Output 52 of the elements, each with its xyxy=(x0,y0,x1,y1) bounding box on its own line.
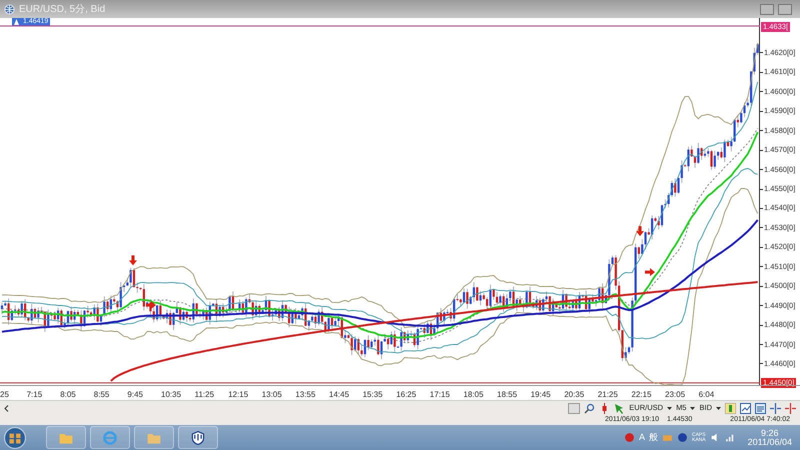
shield-icon xyxy=(190,430,206,446)
network-icon[interactable] xyxy=(724,432,736,443)
time-axis-label: 15:35 xyxy=(362,389,383,401)
time-axis-label: 20:35 xyxy=(564,389,584,401)
candle-chart-icon[interactable] xyxy=(725,402,736,414)
caret-icon xyxy=(690,406,696,410)
down-arrow-icon xyxy=(129,255,137,266)
start-button[interactable] xyxy=(4,426,26,448)
split-line-icon[interactable] xyxy=(785,402,796,414)
time-axis-label: 9:45 xyxy=(127,389,143,401)
down-arrow-icon xyxy=(636,226,644,236)
scroll-left-button[interactable] xyxy=(4,404,9,412)
time-axis-label: 16:25 xyxy=(396,389,416,401)
clock-date[interactable]: 2011/06/04 xyxy=(748,438,792,446)
maximize-button[interactable] xyxy=(778,4,792,14)
time-axis-label: 12:15 xyxy=(228,389,248,401)
time-axis-label: 19:45 xyxy=(530,389,551,401)
ime-indicator[interactable]: A xyxy=(638,430,645,444)
time-axis-label: 10:35 xyxy=(161,389,182,401)
clock-time[interactable]: 9:26 xyxy=(761,428,779,438)
right-arrow-icon xyxy=(645,268,655,276)
split-line-icon[interactable] xyxy=(770,402,781,414)
cursor-icon[interactable] xyxy=(614,402,626,414)
scrollbar-thumb[interactable] xyxy=(568,402,580,414)
time-axis-label: 25 xyxy=(0,389,9,401)
time-axis-label: 18:55 xyxy=(497,389,518,401)
triangle-icon xyxy=(14,19,19,25)
window-title: EUR/USD, 5分, Bid xyxy=(19,2,106,16)
chart-window-icon[interactable] xyxy=(740,402,751,414)
time-axis-label: 18:05 xyxy=(463,389,484,401)
time-axis-label: 22:15 xyxy=(631,389,652,401)
time-axis-label: 8:55 xyxy=(94,389,110,401)
right-arrow-icon xyxy=(146,301,156,310)
window-list-icon[interactable] xyxy=(755,402,766,414)
time-axis-label: 11:25 xyxy=(194,389,214,401)
caret-icon xyxy=(667,406,672,410)
minimize-button[interactable] xyxy=(760,4,774,14)
browser-icon xyxy=(102,430,118,446)
globe-icon xyxy=(4,4,15,14)
taskbar-app-button[interactable] xyxy=(178,426,218,449)
time-axis-label: 8:05 xyxy=(60,389,76,401)
time-axis-label: 23:05 xyxy=(665,389,686,401)
time-axis-label: 13:55 xyxy=(295,389,316,401)
caret-icon xyxy=(716,406,721,410)
time-axis-label: 13:05 xyxy=(262,389,282,401)
time-axis-label: 21:25 xyxy=(598,389,618,401)
time-axis-label: 7:15 xyxy=(26,389,42,401)
time-axis-label: 17:15 xyxy=(430,389,450,401)
time-axis-label: 6:04 xyxy=(698,389,714,401)
zoom-icon[interactable] xyxy=(584,402,596,414)
time-axis-label: 14:45 xyxy=(329,389,350,401)
ime-indicator[interactable]: 般 xyxy=(648,430,658,444)
